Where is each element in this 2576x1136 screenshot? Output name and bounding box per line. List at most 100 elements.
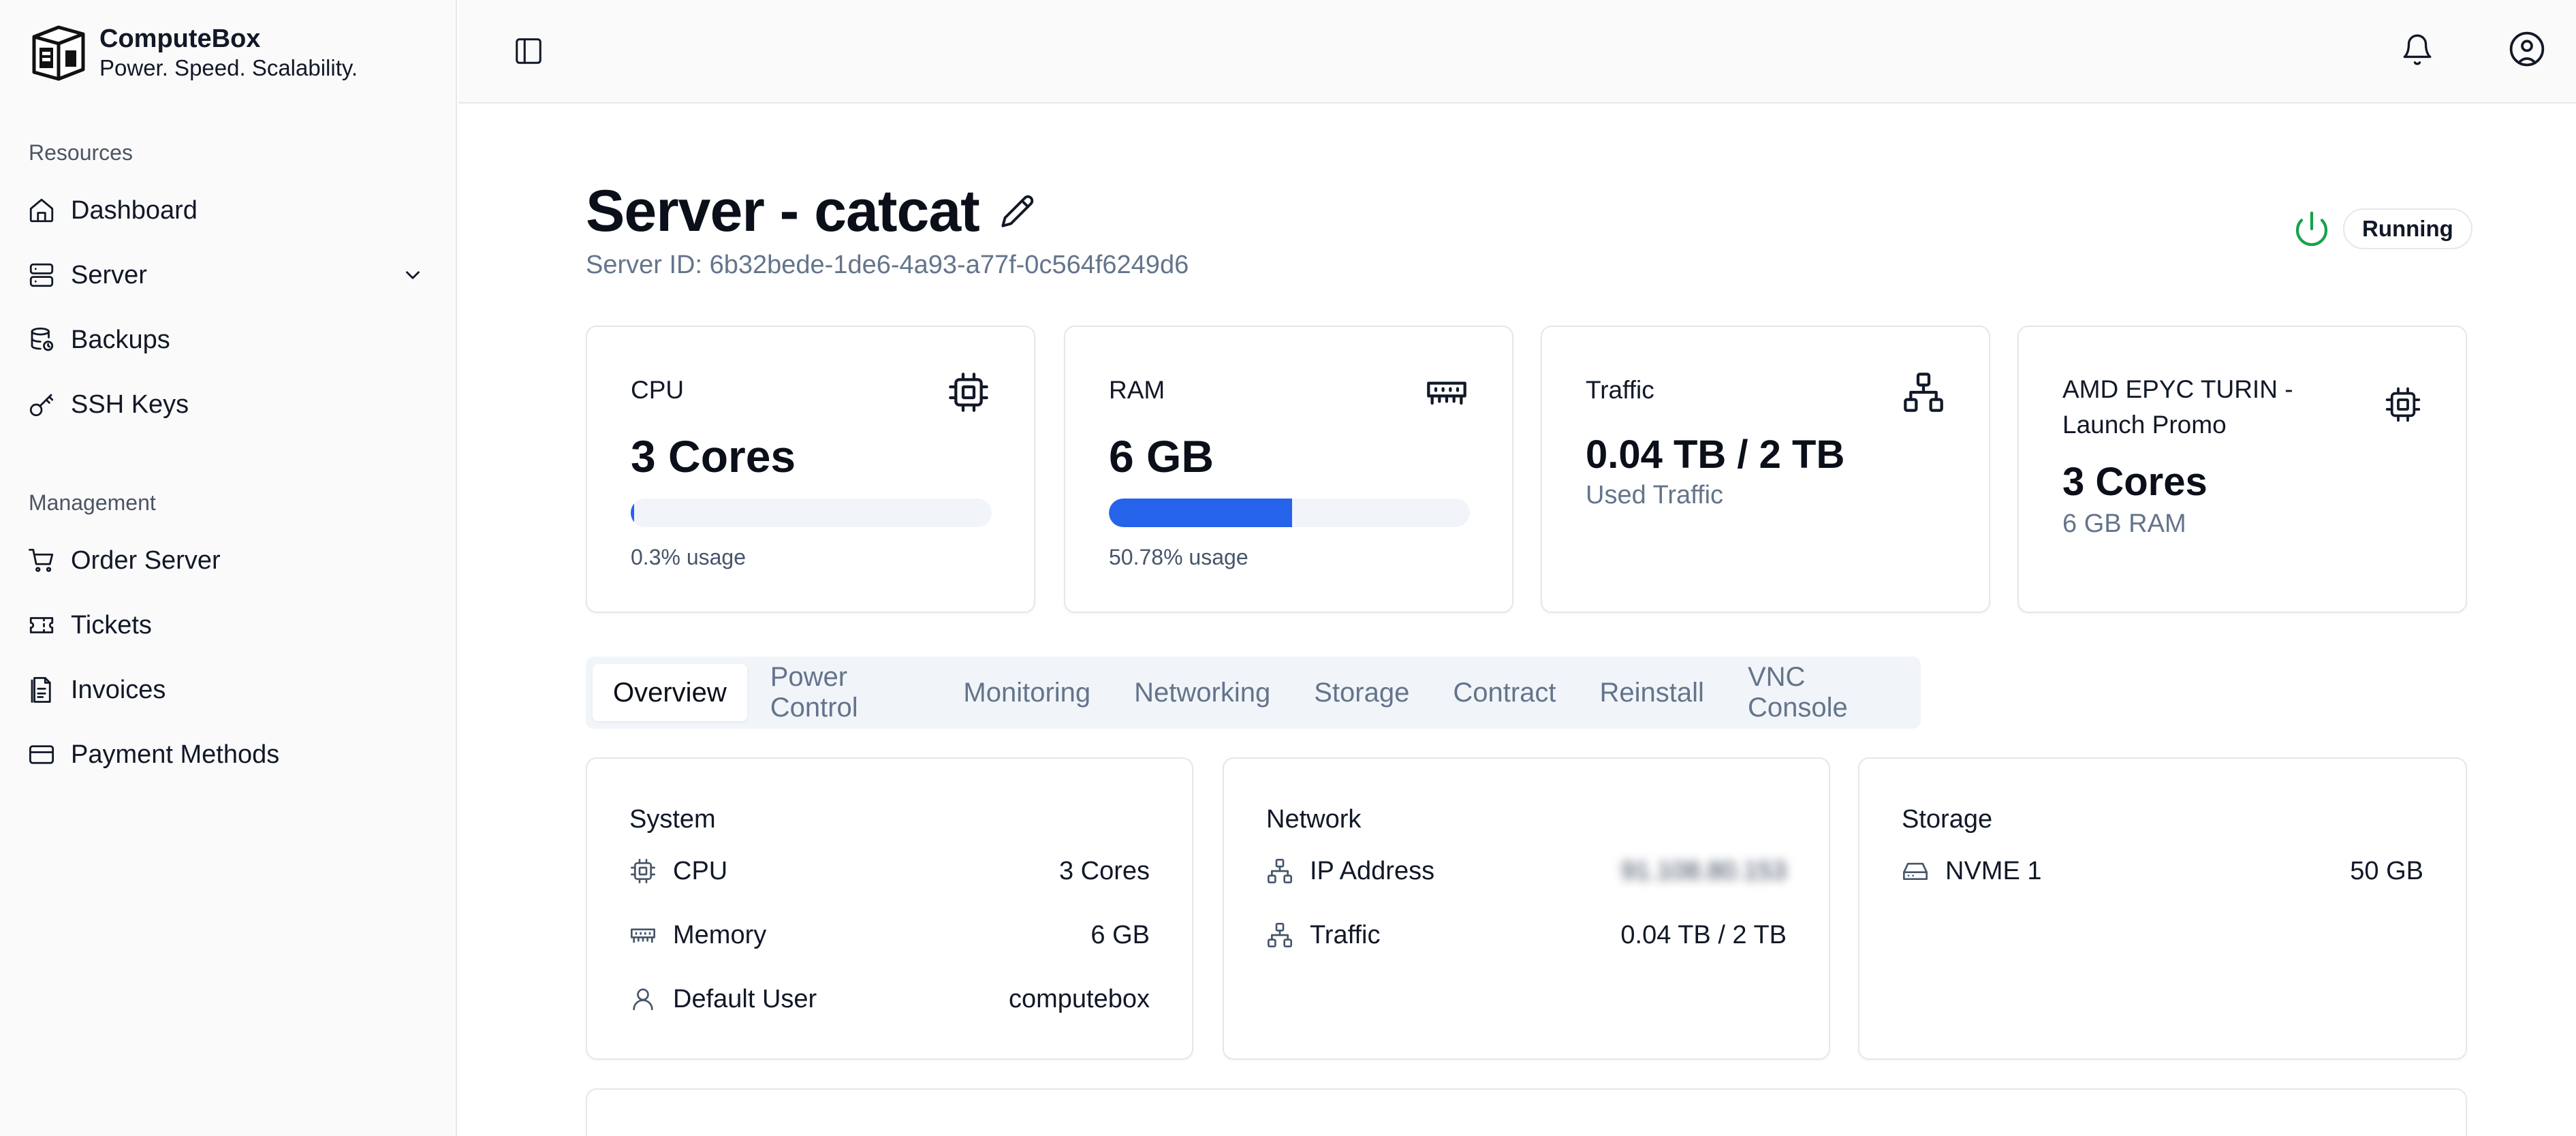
brand-tagline: Power. Speed. Scalability. xyxy=(99,55,358,80)
sidebar-item-label: Payment Methods xyxy=(71,740,280,769)
detail-row: NVME 1 50 GB xyxy=(1902,854,2423,888)
tab-monitoring[interactable]: Monitoring xyxy=(943,664,1111,721)
bell-icon[interactable] xyxy=(2400,33,2434,67)
sidebar-item-payment-methods[interactable]: Payment Methods xyxy=(27,731,433,778)
stat-value: 0.04 TB / 2 TB xyxy=(1586,432,1845,477)
sidebar-item-dashboard[interactable]: Dashboard xyxy=(27,187,433,234)
tab-overview[interactable]: Overview xyxy=(593,664,747,721)
sidebar-item-label: Server xyxy=(71,260,147,289)
sidebar-item-label: Dashboard xyxy=(71,195,198,225)
tab-contract[interactable]: Contract xyxy=(1432,664,1576,721)
server-tabs: Overview Power Control Monitoring Networ… xyxy=(586,657,1921,729)
row-value: 0.04 TB / 2 TB xyxy=(1620,920,1787,949)
ram-usage-bar xyxy=(1109,499,1470,527)
detail-row: Memory 6 GB xyxy=(629,918,1150,952)
stat-subtext: 6 GB RAM xyxy=(2062,509,2186,538)
sidebar-item-label: Invoices xyxy=(71,675,166,704)
ticket-icon xyxy=(29,617,54,633)
stat-value: 3 Cores xyxy=(2062,460,2208,504)
traffic-stat-card: Traffic 0.04 TB / 2 TB Used Traffic xyxy=(1541,326,1990,613)
sidebar-item-label: Backups xyxy=(71,325,170,354)
sidebar-item-server[interactable]: Server xyxy=(27,251,433,299)
row-value: 50 GB xyxy=(2350,856,2423,885)
key-icon xyxy=(29,394,54,417)
memory-icon xyxy=(631,928,655,943)
nav-group-resources: Resources xyxy=(29,140,133,165)
plan-stat-card: AMD EPYC TURIN - Launch Promo 3 Cores 6 … xyxy=(2017,326,2467,613)
sidebar-item-label: Tickets xyxy=(71,610,152,640)
card-title: Network xyxy=(1266,805,1362,834)
stat-subtext: Used Traffic xyxy=(1586,481,1724,509)
cpu-icon xyxy=(2385,387,2421,422)
row-label: Traffic xyxy=(1310,920,1381,949)
cpu-usage-bar xyxy=(631,499,992,527)
stat-label: CPU xyxy=(631,376,685,404)
status-badge: Running xyxy=(2343,208,2472,249)
detail-row: IP Address 91.108.80.153 xyxy=(1266,854,1787,888)
credit-card-icon xyxy=(29,745,54,764)
brand-name: ComputeBox xyxy=(99,25,261,53)
home-icon xyxy=(29,198,54,223)
sidebar: ComputeBox Power. Speed. Scalability. Re… xyxy=(0,0,457,1136)
server-id: Server ID: 6b32bede-1de6-4a93-a77f-0c564… xyxy=(586,251,1189,279)
power-icon[interactable] xyxy=(2293,210,2331,248)
database-icon xyxy=(31,327,54,351)
row-label: NVME 1 xyxy=(1945,856,2042,885)
hard-drive-icon xyxy=(1903,862,1928,880)
sidebar-item-invoices[interactable]: Invoices xyxy=(27,666,433,714)
cart-icon xyxy=(29,548,54,572)
network-card: Network IP Address 91.108.80.153 Traffic… xyxy=(1223,757,1830,1060)
row-label: Memory xyxy=(673,920,767,949)
tab-storage[interactable]: Storage xyxy=(1293,664,1430,721)
network-icon xyxy=(1268,859,1292,883)
ram-usage-label: 50.78% usage xyxy=(1109,545,1248,569)
server-icon xyxy=(29,263,54,287)
detail-row: Default User computebox xyxy=(629,982,1150,1016)
row-label: CPU xyxy=(673,856,728,885)
cpu-icon xyxy=(949,373,988,412)
sidebar-item-label: Order Server xyxy=(71,546,221,575)
page-title: Server - catcat xyxy=(586,178,980,244)
network-icon xyxy=(1268,923,1292,947)
stat-label: RAM xyxy=(1109,376,1165,404)
detail-row: Traffic 0.04 TB / 2 TB xyxy=(1266,918,1787,952)
system-card: System CPU 3 Cores Memory 6 GB Default U… xyxy=(586,757,1193,1060)
cpu-usage-fill xyxy=(631,499,635,527)
nav-group-management: Management xyxy=(29,490,156,515)
storage-card: Storage NVME 1 50 GB xyxy=(1858,757,2467,1060)
cpu-stat-card: CPU 3 Cores 0.3% usage xyxy=(586,326,1035,613)
ram-usage-fill xyxy=(1109,499,1293,527)
tab-networking[interactable]: Networking xyxy=(1114,664,1291,721)
user-avatar-icon[interactable] xyxy=(2508,30,2546,68)
row-value: computebox xyxy=(1008,984,1150,1013)
brand[interactable]: ComputeBox Power. Speed. Scalability. xyxy=(27,23,358,82)
sidebar-toggle-icon[interactable] xyxy=(513,35,544,67)
row-value: 6 GB xyxy=(1090,920,1150,949)
computebox-logo-icon xyxy=(32,25,85,81)
top-bar xyxy=(458,0,2576,104)
sidebar-item-label: SSH Keys xyxy=(71,390,189,419)
detail-row: CPU 3 Cores xyxy=(629,854,1150,888)
row-value: 3 Cores xyxy=(1058,856,1150,885)
row-label: Default User xyxy=(673,984,817,1013)
card-title: System xyxy=(629,805,716,834)
chevron-down-icon[interactable] xyxy=(401,264,424,287)
stat-value: 3 Cores xyxy=(631,431,796,482)
stat-value: 6 GB xyxy=(1109,431,1214,482)
memory-icon xyxy=(1427,381,1466,405)
sidebar-item-backups[interactable]: Backups xyxy=(27,316,433,364)
ip-address-value: 91.108.80.153 xyxy=(1620,856,1787,885)
sidebar-item-tickets[interactable]: Tickets xyxy=(27,601,433,649)
sidebar-item-order-server[interactable]: Order Server xyxy=(27,537,433,584)
cpu-icon xyxy=(631,859,655,883)
pencil-icon[interactable] xyxy=(1000,193,1035,229)
next-section-card xyxy=(586,1088,2467,1136)
card-title: Storage xyxy=(1902,805,1993,834)
plan-name: AMD EPYC TURIN - Launch Promo xyxy=(2062,375,2293,439)
tab-vnc-console[interactable]: VNC Console xyxy=(1727,662,1911,723)
network-icon xyxy=(1904,373,1943,412)
row-label: IP Address xyxy=(1310,856,1435,885)
tab-power-control[interactable]: Power Control xyxy=(750,662,941,723)
tab-reinstall[interactable]: Reinstall xyxy=(1580,664,1725,721)
sidebar-item-ssh-keys[interactable]: SSH Keys xyxy=(27,381,433,428)
